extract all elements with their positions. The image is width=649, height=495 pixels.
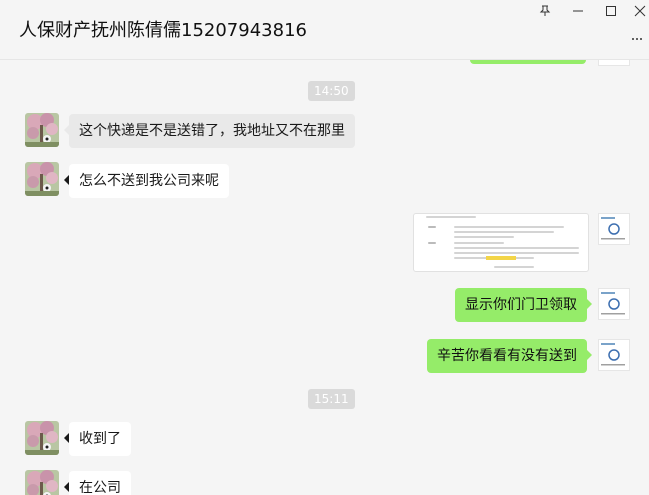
outgoing-message-2[interactable]: 辛苦你看看有没有送到 bbox=[427, 339, 592, 373]
incoming-message-2[interactable]: 怎么不送到我公司来呢 bbox=[64, 164, 229, 198]
my-avatar[interactable] bbox=[598, 288, 630, 320]
chat-message-area[interactable]: 14:50 这个快递是不是送错了，我地址又不在那里 怎么不送到我公司来呢 显示你… bbox=[0, 60, 649, 495]
previous-sender-avatar bbox=[598, 60, 630, 66]
pin-glyph bbox=[539, 5, 551, 16]
my-avatar[interactable] bbox=[598, 339, 630, 371]
contact-avatar[interactable] bbox=[25, 162, 59, 196]
timestamp-2: 15:11 bbox=[308, 389, 355, 409]
blossom-avatar-icon bbox=[25, 162, 59, 196]
document-avatar-icon bbox=[599, 214, 629, 244]
pin-icon[interactable] bbox=[531, 2, 559, 20]
contact-avatar[interactable] bbox=[25, 421, 59, 455]
close-icon bbox=[634, 5, 646, 17]
outgoing-message-1[interactable]: 显示你们门卫领取 bbox=[455, 288, 592, 322]
incoming-message-3[interactable]: 收到了 bbox=[64, 422, 131, 456]
incoming-message-1[interactable]: 这个快递是不是送错了，我地址又不在那里 bbox=[64, 114, 355, 148]
more-options-icon[interactable] bbox=[631, 28, 643, 40]
document-avatar-icon bbox=[599, 340, 629, 370]
chat-title: 人保财产抚州陈倩儒15207943816 bbox=[19, 20, 307, 41]
maximize-icon bbox=[606, 6, 616, 16]
my-avatar[interactable] bbox=[598, 213, 630, 245]
minimize-icon bbox=[573, 10, 583, 12]
contact-avatar[interactable] bbox=[25, 113, 59, 147]
timestamp-1: 14:50 bbox=[308, 81, 355, 101]
blossom-avatar-icon bbox=[25, 113, 59, 147]
close-button[interactable] bbox=[626, 2, 649, 20]
document-avatar-icon bbox=[599, 289, 629, 319]
blossom-avatar-icon bbox=[25, 470, 59, 495]
title-bar: 人保财产抚州陈倩儒15207943816 bbox=[0, 0, 649, 60]
incoming-message-4[interactable]: 在公司 bbox=[64, 471, 131, 495]
minimize-button[interactable] bbox=[564, 2, 592, 20]
blossom-avatar-icon bbox=[25, 421, 59, 455]
previous-outgoing-bubble bbox=[470, 60, 586, 64]
maximize-button[interactable] bbox=[597, 2, 625, 20]
contact-avatar[interactable] bbox=[25, 470, 59, 495]
image-message-tracking-screenshot[interactable] bbox=[413, 213, 589, 272]
